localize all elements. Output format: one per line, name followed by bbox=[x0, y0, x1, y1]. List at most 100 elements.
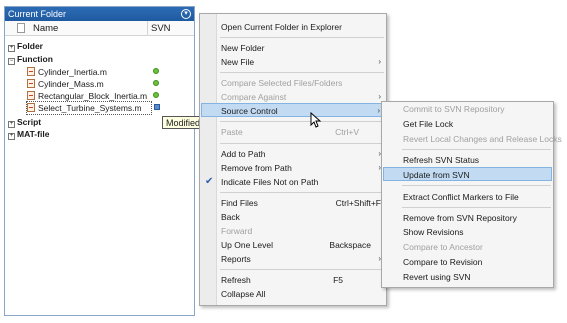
column-divider[interactable] bbox=[147, 21, 148, 36]
checkmark-icon: ✔ bbox=[205, 176, 214, 187]
menu-item-reports[interactable]: Reports › bbox=[201, 252, 385, 266]
menu-item-compare-revision[interactable]: Compare to Revision bbox=[383, 255, 552, 269]
expand-icon[interactable]: + bbox=[8, 133, 15, 140]
svn-status-ok-icon bbox=[153, 80, 159, 86]
menu-separator bbox=[220, 192, 384, 193]
collapse-icon[interactable]: − bbox=[8, 58, 15, 65]
menu-separator bbox=[402, 207, 551, 208]
source-control-submenu: Commit to SVN Repository Get File Lock R… bbox=[381, 101, 562, 288]
menu-item-revert-release[interactable]: Revert Local Changes and Release Locks bbox=[383, 132, 562, 146]
menu-separator bbox=[402, 149, 551, 150]
menu-item-label: Compare Selected Files/Folders bbox=[221, 78, 343, 88]
file-type-icon bbox=[17, 23, 25, 33]
group-matfile[interactable]: + MAT-file bbox=[5, 128, 49, 140]
menu-item-label: Update from SVN bbox=[403, 170, 470, 180]
menu-item-label: Get File Lock bbox=[403, 119, 454, 129]
mouse-cursor-icon bbox=[310, 112, 322, 128]
file-name: Cylinder_Inertia.m bbox=[38, 67, 107, 77]
m-file-icon bbox=[27, 67, 35, 76]
panel-actions-icon[interactable]: ▾ bbox=[181, 9, 191, 19]
menu-item-add-to-path[interactable]: Add to Path › bbox=[201, 147, 385, 161]
menu-item-label: Open Current Folder in Explorer bbox=[221, 22, 342, 32]
menu-separator bbox=[220, 72, 384, 73]
menu-item-label: Show Revisions bbox=[403, 227, 464, 237]
menu-separator bbox=[220, 121, 384, 122]
menu-item-label: Forward bbox=[221, 226, 253, 236]
menu-item-label: Revert Local Changes and Release Locks bbox=[403, 134, 562, 144]
group-label: MAT-file bbox=[17, 129, 50, 139]
menu-item-label: Back bbox=[221, 212, 240, 222]
group-label: Script bbox=[17, 117, 42, 127]
menu-item-label: Up One Level bbox=[221, 240, 273, 250]
group-function[interactable]: − Function bbox=[5, 53, 53, 65]
group-label: Function bbox=[17, 54, 53, 64]
menu-item-paste[interactable]: Paste Ctrl+V bbox=[201, 125, 385, 139]
menu-item-compare-ancestor[interactable]: Compare to Ancestor bbox=[383, 240, 552, 254]
menu-item-label: Compare to Ancestor bbox=[403, 242, 483, 252]
menu-item-compare-selected[interactable]: Compare Selected Files/Folders bbox=[201, 76, 385, 90]
menu-item-refresh-svn-status[interactable]: Refresh SVN Status bbox=[383, 153, 552, 167]
menu-item-new-file[interactable]: New File › bbox=[201, 55, 385, 69]
menu-item-label: Extract Conflict Markers to File bbox=[403, 192, 519, 202]
menu-item-shortcut: Backspace bbox=[329, 240, 371, 250]
menu-separator bbox=[220, 37, 384, 38]
column-svn-header[interactable]: SVN bbox=[151, 23, 171, 34]
expand-icon[interactable]: + bbox=[8, 45, 15, 52]
file-name: Select_Turbine_Systems.m bbox=[38, 103, 142, 113]
menu-item-remove-from-svn[interactable]: Remove from SVN Repository bbox=[383, 211, 552, 225]
menu-item-shortcut: Ctrl+Shift+F bbox=[335, 198, 381, 208]
menu-item-remove-from-path[interactable]: Remove from Path › bbox=[201, 161, 385, 175]
menu-item-commit-svn[interactable]: Commit to SVN Repository bbox=[383, 102, 552, 116]
panel-title: Current Folder bbox=[8, 9, 67, 19]
file-row-selected[interactable]: Select_Turbine_Systems.m bbox=[26, 101, 152, 115]
menu-item-label: Remove from SVN Repository bbox=[403, 213, 517, 223]
menu-item-indicate-not-on-path[interactable]: ✔ Indicate Files Not on Path bbox=[201, 175, 385, 189]
column-name-header[interactable]: Name bbox=[33, 23, 58, 34]
menu-item-label: Find Files bbox=[221, 198, 258, 208]
m-file-icon bbox=[27, 91, 35, 100]
menu-item-label: New File bbox=[221, 57, 255, 67]
file-row[interactable]: Cylinder_Mass.m bbox=[27, 78, 104, 90]
menu-item-label: Source Control bbox=[221, 106, 278, 116]
menu-item-open-explorer[interactable]: Open Current Folder in Explorer bbox=[201, 20, 385, 34]
menu-item-label: Compare to Revision bbox=[403, 257, 483, 267]
menu-separator bbox=[402, 185, 551, 186]
svn-status-ok-icon bbox=[153, 92, 159, 98]
submenu-arrow-icon: › bbox=[377, 106, 380, 115]
menu-item-new-folder[interactable]: New Folder bbox=[201, 41, 385, 55]
menu-item-shortcut: F5 bbox=[333, 275, 343, 285]
current-folder-panel: Current Folder ▾ Name SVN + Folder − Funct… bbox=[4, 6, 195, 316]
m-file-icon bbox=[27, 79, 35, 88]
menu-item-find-files[interactable]: Find Files Ctrl+Shift+F bbox=[201, 196, 385, 210]
menu-item-label: Refresh bbox=[221, 275, 251, 285]
group-folder[interactable]: + Folder bbox=[5, 40, 43, 52]
menu-item-extract-conflict[interactable]: Extract Conflict Markers to File bbox=[383, 190, 552, 204]
svn-status-modified-icon bbox=[154, 104, 160, 110]
menu-item-back[interactable]: Back bbox=[201, 210, 385, 224]
menu-item-label: Revert using SVN bbox=[403, 272, 471, 282]
group-label: Folder bbox=[17, 41, 43, 51]
file-name: Rectangular_Block_Inertia.m bbox=[38, 91, 148, 101]
menu-item-up-one-level[interactable]: Up One Level Backspace bbox=[201, 238, 385, 252]
group-script[interactable]: + Script bbox=[5, 116, 41, 128]
file-row[interactable]: Rectangular_Block_Inertia.m bbox=[27, 90, 147, 102]
menu-item-label: New Folder bbox=[221, 43, 265, 53]
menu-item-update-from-svn[interactable]: Update from SVN bbox=[383, 167, 552, 181]
menu-item-refresh[interactable]: Refresh F5 bbox=[201, 273, 385, 287]
submenu-arrow-icon: › bbox=[378, 57, 381, 66]
menu-separator bbox=[220, 143, 384, 144]
menu-item-collapse-all[interactable]: Collapse All bbox=[201, 287, 385, 301]
menu-item-revert-svn[interactable]: Revert using SVN bbox=[383, 270, 552, 284]
menu-item-source-control[interactable]: Source Control › bbox=[201, 103, 385, 117]
menu-item-get-file-lock[interactable]: Get File Lock bbox=[383, 117, 552, 131]
file-row[interactable]: Cylinder_Inertia.m bbox=[27, 66, 107, 78]
menu-separator bbox=[220, 269, 384, 270]
menu-item-compare-against[interactable]: Compare Against › bbox=[201, 90, 385, 104]
menu-item-shortcut: Ctrl+V bbox=[335, 127, 359, 137]
menu-item-forward[interactable]: Forward bbox=[201, 224, 385, 238]
expand-icon[interactable]: + bbox=[8, 121, 15, 128]
menu-item-label: Compare Against bbox=[221, 92, 287, 102]
menu-item-show-revisions[interactable]: Show Revisions bbox=[383, 225, 552, 239]
menu-item-label: Collapse All bbox=[221, 289, 266, 299]
svn-status-ok-icon bbox=[153, 68, 159, 74]
